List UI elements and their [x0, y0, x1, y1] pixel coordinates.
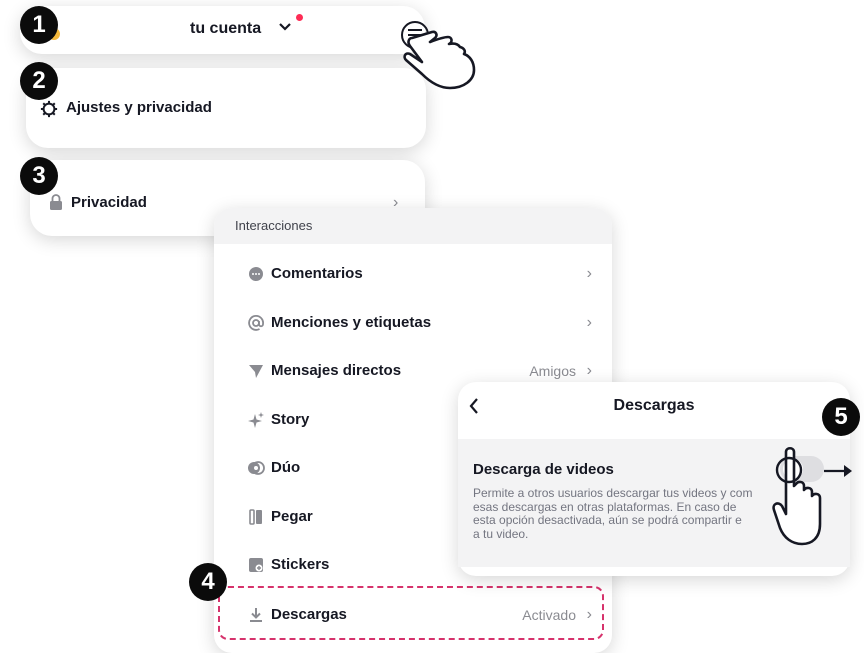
account-title[interactable]: tu cuenta	[190, 20, 261, 38]
step-badge-4: 4	[189, 563, 227, 601]
privacy-label: Privacidad	[71, 194, 147, 211]
settings-privacy-label: Ajustes y privacidad	[66, 99, 212, 116]
downloads-highlight-box	[218, 586, 604, 640]
comment-icon	[249, 267, 263, 281]
interaction-item-label: Menciones y etiquetas	[271, 314, 432, 331]
interaction-item-label: Pegar	[271, 508, 313, 525]
sticker-icon	[249, 558, 263, 572]
interaction-item-mentions[interactable]: Menciones y etiquetas ›	[214, 303, 612, 343]
duet-icon	[248, 461, 265, 475]
settings-privacy-card[interactable]: Ajustes y privacidad	[26, 68, 426, 148]
step-badge-3: 3	[20, 157, 58, 195]
notification-dot	[296, 14, 303, 21]
at-icon	[248, 315, 264, 331]
download-videos-title: Descarga de videos	[473, 461, 614, 478]
profile-header-card: tu cuenta	[20, 6, 429, 54]
lock-icon	[50, 194, 62, 210]
interactions-header: Interacciones	[214, 208, 612, 244]
arrow-right-icon	[824, 465, 852, 477]
step-badge-1: 1	[20, 6, 58, 44]
chevron-down-icon[interactable]	[279, 22, 291, 32]
downloads-panel-title: Descargas	[613, 397, 695, 414]
interaction-item-label: Dúo	[271, 459, 301, 476]
interactions-header-label: Interacciones	[235, 218, 313, 233]
pointing-hand-icon	[403, 30, 476, 90]
step-badge-2: 2	[20, 62, 58, 100]
stitch-icon	[249, 509, 262, 525]
chevron-right-icon: ›	[586, 362, 592, 379]
gear-icon	[40, 100, 58, 118]
interaction-item-label: Story	[271, 411, 310, 428]
interaction-item-label: Comentarios	[271, 265, 363, 282]
chevron-right-icon: ›	[586, 314, 592, 331]
interaction-item-comments[interactable]: Comentarios ›	[214, 254, 612, 294]
sparkle-icon	[248, 412, 264, 428]
pointing-hand-icon	[772, 446, 822, 546]
interaction-item-label: Mensajes directos	[271, 362, 402, 379]
chevron-right-icon: ›	[586, 265, 592, 282]
interaction-item-value: Amigos	[529, 363, 576, 379]
send-icon	[249, 365, 263, 378]
download-videos-description: Permite a otros usuarios descargar tus v…	[473, 486, 753, 541]
step-badge-5: 5	[822, 398, 860, 436]
interaction-item-label: Stickers	[271, 556, 330, 573]
